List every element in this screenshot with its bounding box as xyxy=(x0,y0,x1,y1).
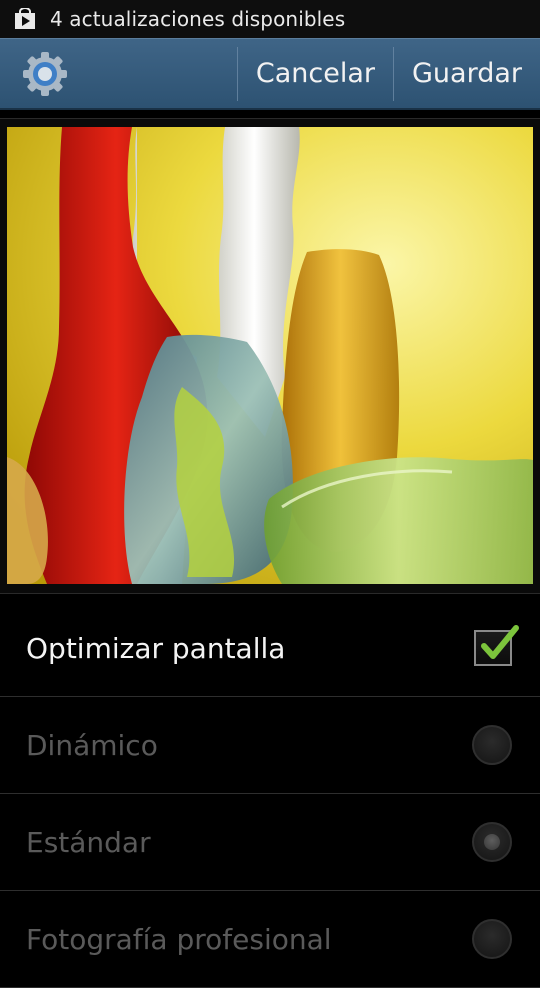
mode-row-pro-photo[interactable]: Fotografía profesional xyxy=(0,891,540,988)
optimize-display-row[interactable]: Optimizar pantalla xyxy=(0,600,540,697)
mode-row-dynamic[interactable]: Dinámico xyxy=(0,697,540,794)
mode-label: Fotografía profesional xyxy=(26,922,332,956)
play-store-bag-icon xyxy=(15,8,35,29)
radio-dot xyxy=(484,834,500,850)
action-bar: Cancelar Guardar xyxy=(0,38,540,110)
action-divider xyxy=(393,46,394,101)
action-divider xyxy=(236,46,238,101)
mode-row-standard[interactable]: Estándar xyxy=(0,794,540,891)
settings-list: Optimizar pantalla Dinámico Estándar Fot… xyxy=(0,600,540,988)
cancel-button[interactable]: Cancelar xyxy=(238,39,393,108)
notification-text: 4 actualizaciones disponibles xyxy=(50,7,346,31)
status-bar: 4 actualizaciones disponibles xyxy=(0,0,540,38)
preview-frame xyxy=(0,118,540,594)
checkmark-icon xyxy=(481,625,519,659)
preview-image xyxy=(7,127,533,584)
optimize-display-checkbox[interactable] xyxy=(474,625,519,666)
optimize-display-label: Optimizar pantalla xyxy=(26,631,286,665)
gear-icon[interactable] xyxy=(20,49,70,99)
mode-label: Estándar xyxy=(26,825,151,859)
radio-button-selected[interactable] xyxy=(472,822,512,862)
mode-label: Dinámico xyxy=(26,728,158,762)
save-button[interactable]: Guardar xyxy=(394,39,540,108)
radio-button[interactable] xyxy=(472,725,512,765)
radio-button[interactable] xyxy=(472,919,512,959)
